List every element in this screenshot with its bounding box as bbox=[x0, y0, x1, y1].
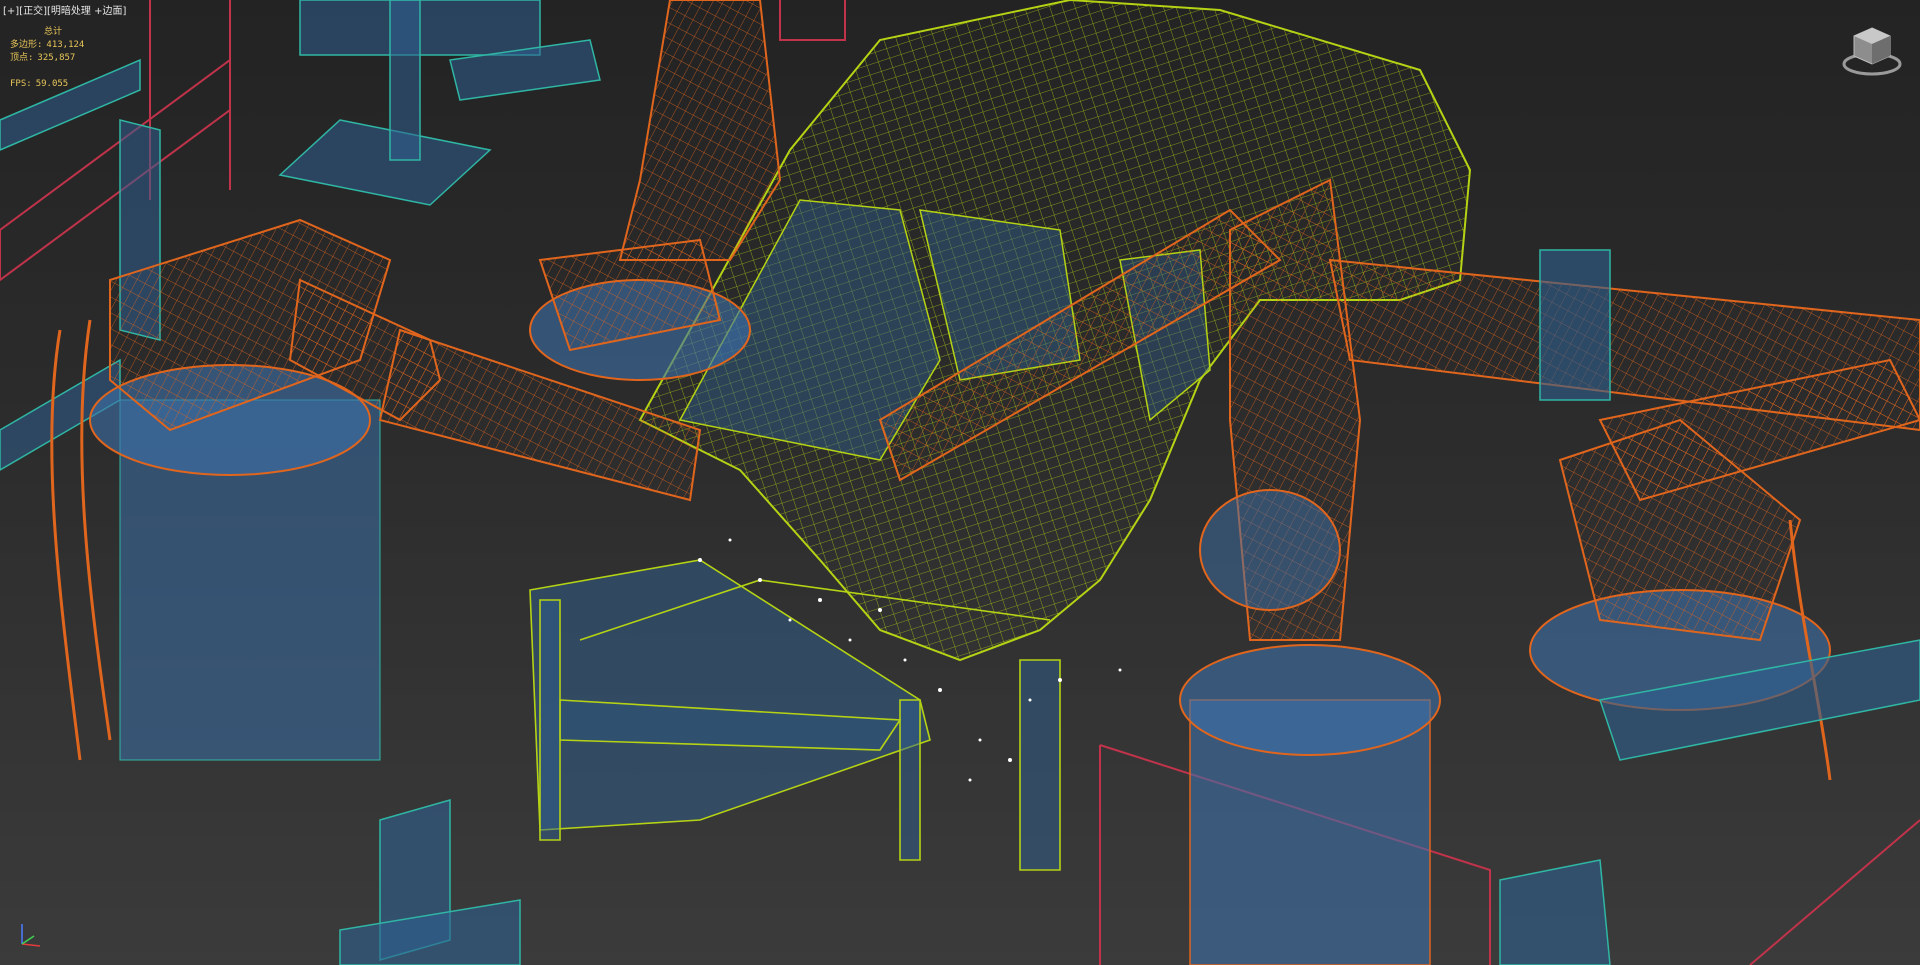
viewport-view-menu[interactable]: [正交] bbox=[19, 6, 47, 17]
viewport-label-menu: [+][正交][明暗处理 +边面] bbox=[3, 2, 126, 17]
stats-fps-value: 59.055 bbox=[35, 79, 69, 89]
axis-tripod-icon bbox=[21, 924, 41, 947]
viewcube-icon[interactable] bbox=[1840, 20, 1904, 78]
stats-fps-label: FPS: bbox=[10, 79, 32, 89]
stats-polys-label: 多边形: bbox=[10, 40, 43, 50]
viewport-edges-menu[interactable]: 边面] bbox=[102, 6, 126, 17]
stats-polys-row: 多边形: 413,124 bbox=[10, 39, 84, 52]
statistics-overlay: 总计 多边形: 413,124 顶点: 325,857 FPS: 59.055 bbox=[10, 26, 84, 91]
stats-verts-value: 325,857 bbox=[37, 53, 76, 63]
viewport-shading-menu[interactable]: [明暗处理 + bbox=[47, 6, 102, 17]
viewport-plus-menu[interactable]: [+] bbox=[3, 6, 19, 17]
wireframe-scene[interactable] bbox=[0, 0, 1920, 965]
stats-verts-row: 顶点: 325,857 bbox=[10, 52, 84, 65]
viewport-perspective[interactable]: [+][正交][明暗处理 +边面] 总计 多边形: 413,124 顶点: 32… bbox=[0, 0, 1920, 965]
stats-title: 总计 bbox=[44, 27, 63, 37]
stats-polys-value: 413,124 bbox=[46, 40, 85, 50]
stats-verts-label: 顶点: bbox=[10, 53, 34, 63]
stats-fps-row: FPS: 59.055 bbox=[10, 78, 84, 91]
